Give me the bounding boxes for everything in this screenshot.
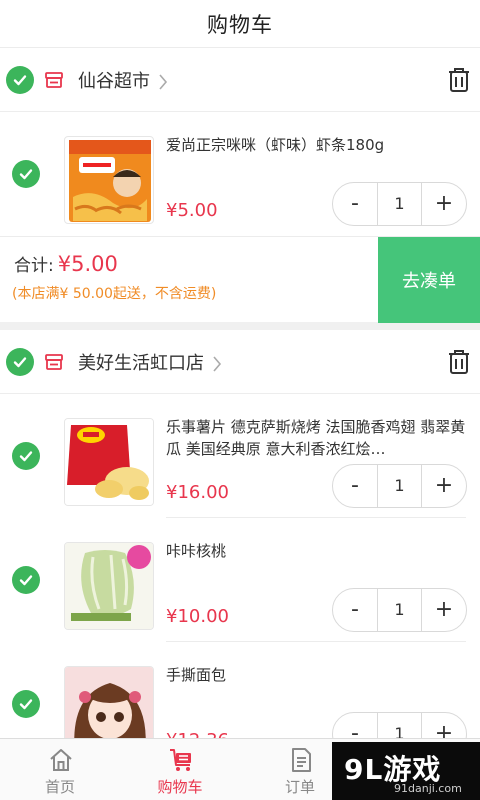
product-price: ¥5.00: [166, 200, 218, 221]
item-select-checkbox[interactable]: [12, 160, 40, 188]
check-icon: [13, 75, 27, 86]
top-bar: 购物车: [0, 0, 480, 48]
tab-home[interactable]: 首页: [0, 739, 120, 800]
store-icon: [45, 354, 63, 370]
increase-button[interactable]: +: [422, 465, 466, 507]
min-order-note: (本店满¥ 50.00起送，不含运费): [12, 286, 217, 302]
product-image-potato-chips[interactable]: [64, 418, 154, 506]
chevron-right-icon: [159, 74, 168, 90]
decrease-button[interactable]: -: [333, 183, 377, 225]
cart-icon: [170, 749, 191, 771]
shop-header: 美好生活虹口店: [0, 330, 480, 394]
shop-name: 仙谷超市: [78, 71, 150, 92]
check-icon: [13, 357, 27, 368]
shop-summary: 合计: ¥5.00 (本店满¥ 50.00起送，不含运费) 去凑单: [0, 236, 480, 323]
product-image-anime-girl[interactable]: [64, 666, 154, 738]
decrease-button[interactable]: -: [333, 713, 377, 738]
check-icon: [19, 575, 33, 586]
quantity-input[interactable]: 1: [377, 465, 422, 507]
check-icon: [19, 451, 33, 462]
item-select-checkbox[interactable]: [12, 690, 40, 718]
product-price: ¥10.00: [166, 606, 229, 627]
watermark-url: 91danji.com: [394, 782, 462, 795]
product-name[interactable]: 爱尚正宗咪咪（虾味）虾条180g: [166, 134, 466, 156]
shop-name-link[interactable]: 仙谷超市: [78, 67, 168, 93]
quantity-stepper: - 1 +: [332, 464, 467, 508]
trash-icon[interactable]: [446, 66, 472, 94]
tab-cart[interactable]: 购物车: [120, 739, 240, 800]
cart-content: 仙谷超市 爱尚正宗咪咪（虾味）虾条180g ¥5.00 - 1 + 合计: ¥5…: [0, 48, 480, 738]
page-title: 购物车: [207, 12, 273, 37]
shop-name-link[interactable]: 美好生活虹口店: [78, 349, 222, 375]
cart-item: 手撕面包 ¥12.36 - 1 +: [0, 642, 480, 738]
increase-button[interactable]: +: [422, 713, 466, 738]
quantity-stepper: - 1 +: [332, 182, 467, 226]
product-image-vegetable[interactable]: [64, 542, 154, 630]
store-icon: [45, 72, 63, 88]
shop-header: 仙谷超市: [0, 48, 480, 112]
tab-label: 首页: [44, 778, 75, 796]
decrease-button[interactable]: -: [333, 589, 377, 631]
shop-select-checkbox[interactable]: [6, 348, 34, 376]
quantity-stepper: - 1 +: [332, 588, 467, 632]
increase-button[interactable]: +: [422, 183, 466, 225]
quantity-input[interactable]: 1: [377, 589, 422, 631]
total-amount: ¥5.00: [57, 252, 118, 276]
quantity-input[interactable]: 1: [377, 183, 422, 225]
item-select-checkbox[interactable]: [12, 566, 40, 594]
shop-select-checkbox[interactable]: [6, 66, 34, 94]
quantity-input[interactable]: 1: [377, 713, 422, 738]
tab-label: 购物车: [157, 778, 203, 796]
trash-icon[interactable]: [446, 348, 472, 376]
order-icon: [292, 748, 311, 772]
increase-button[interactable]: +: [422, 589, 466, 631]
chevron-right-icon: [213, 356, 222, 372]
section-divider: [0, 322, 480, 330]
decrease-button[interactable]: -: [333, 465, 377, 507]
site-watermark: 9L游戏 91danji.com: [332, 742, 480, 800]
product-name[interactable]: 手撕面包: [166, 664, 466, 686]
cart-item: 爱尚正宗咪咪（虾味）虾条180g ¥5.00 - 1 +: [0, 112, 480, 236]
product-name[interactable]: 乐事薯片 德克萨斯烧烤 法国脆香鸡翅 翡翠黄瓜 美国经典原 意大利香浓红烩…: [166, 416, 466, 460]
shop-total: 合计: ¥5.00: [14, 251, 118, 276]
item-select-checkbox[interactable]: [12, 442, 40, 470]
total-label: 合计:: [14, 256, 54, 276]
check-icon: [19, 699, 33, 710]
check-icon: [19, 169, 33, 180]
product-image-shrimp-chips[interactable]: [64, 136, 154, 224]
cart-item: 乐事薯片 德克萨斯烧烤 法国脆香鸡翅 翡翠黄瓜 美国经典原 意大利香浓红烩… ¥…: [0, 394, 480, 518]
cart-item: 咔咔核桃 ¥10.00 - 1 +: [0, 518, 480, 642]
product-name[interactable]: 咔咔核桃: [166, 540, 466, 562]
quantity-stepper: - 1 +: [332, 712, 467, 738]
home-icon: [50, 749, 72, 771]
add-more-button[interactable]: 去凑单: [378, 237, 480, 323]
product-price: ¥12.36: [166, 730, 229, 738]
shop-name: 美好生活虹口店: [78, 353, 204, 374]
product-price: ¥16.00: [166, 482, 229, 503]
